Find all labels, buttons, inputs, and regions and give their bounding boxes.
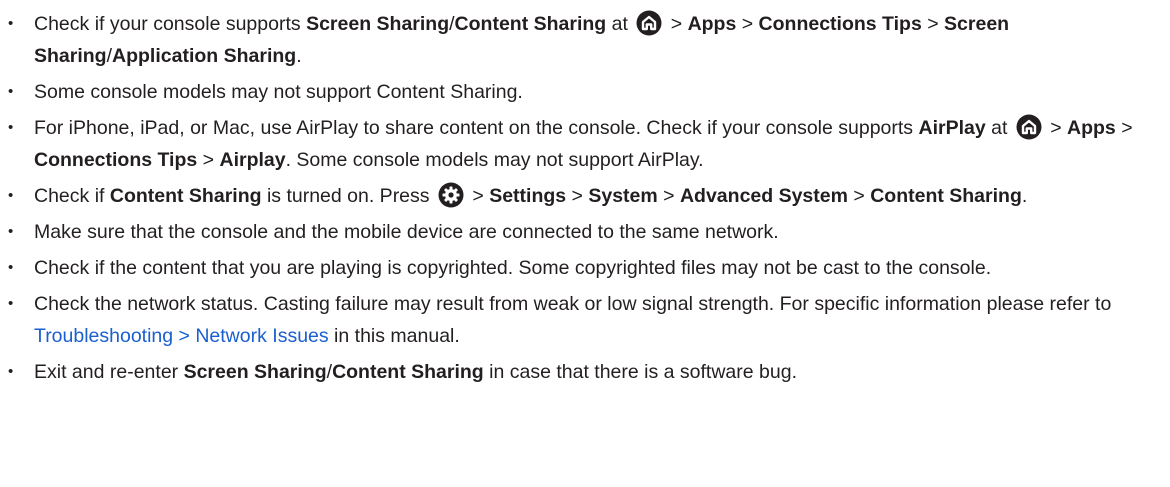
- list-item: • Check if your console supports Screen S…: [0, 8, 1170, 72]
- item-text: Check if: [34, 185, 110, 207]
- bullet: •: [8, 259, 14, 276]
- troubleshooting-list: • Check if your console supports Screen S…: [0, 0, 1170, 388]
- item-text: >: [847, 185, 871, 207]
- emphasis-term: System: [588, 185, 658, 207]
- item-text: >: [197, 149, 220, 171]
- list-item: • Make sure that the console and the mobi…: [0, 216, 1170, 248]
- home-icon: [1013, 114, 1045, 140]
- item-text: >: [657, 185, 680, 207]
- settings-gear-icon: [435, 182, 467, 208]
- bullet: •: [8, 15, 14, 32]
- item-text: is turned on. Press: [261, 185, 435, 207]
- emphasis-term: Content Sharing: [454, 13, 607, 35]
- emphasis-term: Application Sharing: [112, 45, 297, 67]
- list-item: • Some console models may not support Con…: [0, 76, 1170, 108]
- list-item: • Check if the content that you are playi…: [0, 252, 1170, 284]
- bullet: •: [8, 187, 14, 204]
- bullet: •: [8, 83, 14, 100]
- item-text: Check if the content that you are playin…: [34, 257, 992, 279]
- item-text: Exit and re-enter: [34, 361, 184, 383]
- item-text: Make sure that the console and the mobil…: [34, 221, 779, 243]
- item-text: >: [736, 13, 759, 35]
- item-text: at: [606, 13, 634, 35]
- emphasis-term: AirPlay: [918, 117, 986, 139]
- emphasis-term: Connections Tips: [758, 13, 922, 35]
- emphasis-term: Advanced System: [679, 185, 848, 207]
- item-text: >: [665, 13, 688, 35]
- item-text: >: [566, 185, 589, 207]
- emphasis-term: Content Sharing: [109, 185, 262, 207]
- list-item: • Exit and re-enter Screen Sharing/Conten…: [0, 356, 1170, 388]
- item-text: Check the network status. Casting failur…: [34, 293, 1112, 315]
- emphasis-term: Screen Sharing: [183, 361, 327, 383]
- item-text: .: [1021, 185, 1028, 207]
- item-text: Some console models may not support Cont…: [34, 81, 523, 103]
- list-item: • Check the network status. Casting failu…: [0, 288, 1170, 352]
- item-text: >: [1115, 117, 1133, 139]
- emphasis-term: Apps: [1067, 117, 1116, 139]
- item-text: . Some console models may not support Ai…: [285, 149, 704, 171]
- bullet: •: [8, 223, 14, 240]
- emphasis-term: Airplay: [219, 149, 286, 171]
- emphasis-term: Apps: [687, 13, 737, 35]
- emphasis-term: Settings: [489, 185, 567, 207]
- list-item: • Check if Content Sharing is turned on. …: [0, 180, 1170, 212]
- emphasis-term: Content Sharing: [870, 185, 1022, 207]
- item-text: Check if your console supports: [34, 13, 307, 35]
- item-text: >: [1044, 117, 1068, 139]
- emphasis-term: Content Sharing: [332, 361, 484, 383]
- bullet: •: [8, 295, 14, 312]
- item-text: in case that there is a software bug.: [483, 361, 797, 383]
- item-text: .: [296, 45, 302, 67]
- item-text: at: [985, 117, 1013, 139]
- item-text: in this manual.: [328, 325, 460, 347]
- home-icon: [633, 10, 665, 36]
- bullet: •: [8, 363, 14, 380]
- cross-reference-link[interactable]: Troubleshooting > Network Issues: [34, 325, 329, 347]
- item-text: >: [921, 13, 945, 35]
- emphasis-term: Screen Sharing: [306, 13, 450, 35]
- list-item: • For iPhone, iPad, or Mac, use AirPlay t…: [0, 112, 1170, 176]
- item-text: >: [466, 185, 490, 207]
- emphasis-term: Connections Tips: [34, 149, 198, 171]
- item-text: For iPhone, iPad, or Mac, use AirPlay to…: [34, 117, 919, 139]
- bullet: •: [8, 119, 14, 136]
